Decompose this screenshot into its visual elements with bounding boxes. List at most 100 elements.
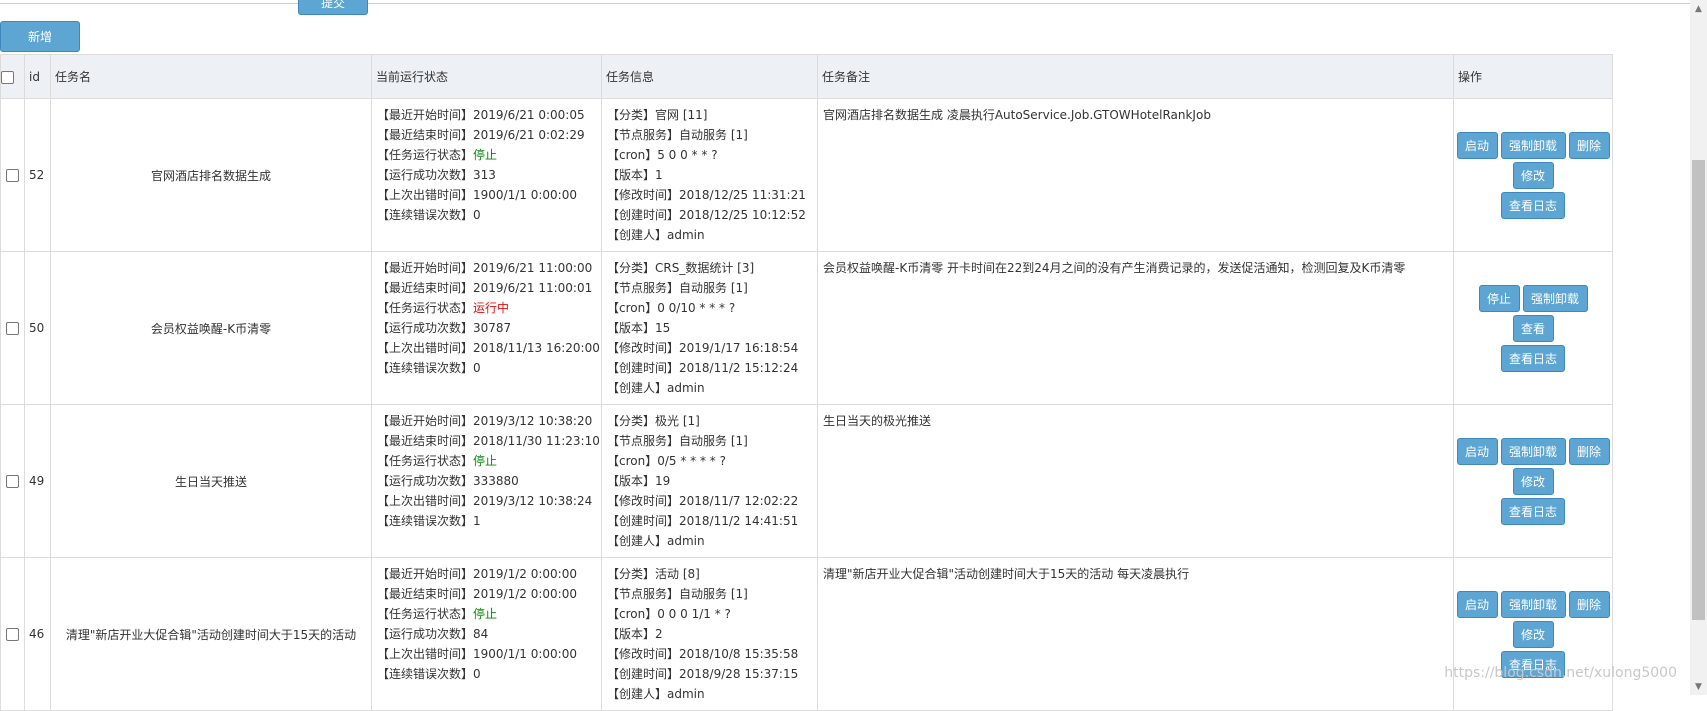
task-name: 官网酒店排名数据生成: [50, 98, 372, 252]
edit-button[interactable]: 修改: [1512, 620, 1554, 648]
status-line: 【上次出错时间】1900/1/1 0:00:00: [377, 188, 577, 202]
select-all-checkbox[interactable]: [1, 70, 14, 84]
top-divider: [0, 3, 1690, 4]
info-line: 【创建时间】2018/9/28 15:37:15: [607, 667, 799, 681]
header-remark[interactable]: 任务备注: [817, 54, 1454, 99]
actions-cell: 启动 强制卸载 删除 修改 查看日志: [1453, 404, 1613, 558]
force-unload-button[interactable]: 强制卸载: [1500, 131, 1566, 159]
status-line: 【最近开始时间】2019/6/21 0:00:05: [377, 108, 585, 122]
force-unload-button[interactable]: 强制卸载: [1500, 437, 1566, 465]
info-line: 【创建时间】2018/11/2 15:12:24: [607, 361, 799, 375]
info-line: 【版本】19: [607, 474, 671, 488]
state-value: 停止: [473, 607, 498, 621]
state-line: 【任务运行状态】停止: [377, 451, 601, 471]
status-line: 【连续错误次数】0: [377, 667, 481, 681]
state-value: 停止: [473, 454, 498, 468]
info-line: 【节点服务】自动服务 [1]: [607, 281, 748, 295]
status-line: 【最近开始时间】2019/6/21 11:00:00: [377, 261, 593, 275]
header-info[interactable]: 任务信息: [601, 54, 818, 99]
stop-button[interactable]: 停止: [1478, 284, 1520, 312]
row-checkbox[interactable]: [6, 475, 19, 488]
info-line: 【版本】2: [607, 627, 663, 641]
status-line: 【运行成功次数】333880: [377, 474, 519, 488]
info-line: 【创建人】admin: [607, 228, 705, 242]
header-id[interactable]: id: [24, 54, 51, 99]
task-name: 会员权益唤醒-K币清零: [50, 251, 372, 405]
info-line: 【创建人】admin: [607, 687, 705, 701]
edit-button[interactable]: 修改: [1512, 467, 1554, 495]
task-remark-cell: 生日当天的极光推送: [817, 404, 1454, 558]
status-line: 【运行成功次数】30787: [377, 321, 512, 335]
info-line: 【分类】极光 [1]: [607, 414, 700, 428]
force-unload-button[interactable]: 强制卸载: [1500, 590, 1566, 618]
edit-button[interactable]: 查看: [1512, 314, 1554, 342]
table-row: 52 官网酒店排名数据生成 【最近开始时间】2019/6/21 0:00:05 【最近…: [0, 98, 1613, 252]
info-line: 【cron】0 0/10 * * * ?: [607, 301, 736, 315]
state-line: 【任务运行状态】停止: [377, 604, 601, 624]
run-status-cell: 【最近开始时间】2019/6/21 0:00:05 【最近结束时间】2019/6/…: [371, 98, 602, 252]
select-all-checkbox-cell[interactable]: [0, 54, 25, 99]
start-button[interactable]: 启动: [1456, 131, 1498, 159]
header-name[interactable]: 任务名: [50, 54, 372, 99]
task-name: 生日当天推送: [50, 404, 372, 558]
state-value: 运行中: [473, 301, 510, 315]
info-line: 【cron】0/5 * * * * ?: [607, 454, 726, 468]
start-button[interactable]: 启动: [1456, 437, 1498, 465]
view-log-button[interactable]: 查看日志: [1501, 191, 1565, 219]
edit-button[interactable]: 修改: [1512, 161, 1554, 189]
delete-button[interactable]: 删除: [1568, 437, 1610, 465]
task-info-cell: 【分类】CRS_数据统计 [3] 【节点服务】自动服务 [1] 【cron】0 0/…: [601, 251, 818, 405]
task-remark: 生日当天的极光推送: [823, 414, 932, 428]
task-name: 清理"新店开业大促合辑"活动创建时间大于15天的活动: [50, 557, 372, 711]
add-button[interactable]: 新增: [0, 21, 80, 52]
state-label: 【任务运行状态】: [377, 454, 474, 468]
info-line: 【cron】0 0 0 1/1 * ?: [607, 607, 731, 621]
table-header-row: id 任务名 当前运行状态 任务信息 任务备注 操作: [0, 54, 1613, 99]
status-line: 【最近开始时间】2019/3/12 10:38:20: [377, 414, 593, 428]
task-id: 46: [24, 557, 51, 711]
header-status[interactable]: 当前运行状态: [371, 54, 602, 99]
info-line: 【创建时间】2018/12/25 10:12:52: [607, 208, 806, 222]
view-log-button[interactable]: 查看日志: [1501, 497, 1565, 525]
scroll-up-arrow-icon[interactable]: ▲: [1690, 0, 1707, 17]
row-checkbox[interactable]: [6, 169, 19, 182]
row-checkbox[interactable]: [6, 628, 19, 641]
delete-button[interactable]: 删除: [1568, 131, 1610, 159]
force-unload-button[interactable]: 强制卸载: [1522, 284, 1588, 312]
info-line: 【节点服务】自动服务 [1]: [607, 128, 748, 142]
row-checkbox-cell[interactable]: [0, 98, 25, 252]
row-checkbox-cell[interactable]: [0, 557, 25, 711]
row-checkbox[interactable]: [6, 322, 19, 335]
table-row: 50 会员权益唤醒-K币清零 【最近开始时间】2019/6/21 11:00:00 【…: [0, 251, 1613, 405]
status-line: 【上次出错时间】1900/1/1 0:00:00: [377, 647, 577, 661]
task-remark-cell: 会员权益唤醒-K币清零 开卡时间在22到24月之间的没有产生消费记录的，发送促活…: [817, 251, 1454, 405]
submit-button[interactable]: 提交: [298, 0, 368, 15]
info-line: 【分类】官网 [11]: [607, 108, 708, 122]
status-line: 【运行成功次数】84: [377, 627, 489, 641]
task-id: 49: [24, 404, 51, 558]
task-remark-cell: 清理"新店开业大促合辑"活动创建时间大于15天的活动 每天凌晨执行: [817, 557, 1454, 711]
info-line: 【修改时间】2018/10/8 15:35:58: [607, 647, 799, 661]
task-info-cell: 【分类】极光 [1] 【节点服务】自动服务 [1] 【cron】0/5 * * * …: [601, 404, 818, 558]
info-line: 【版本】15: [607, 321, 671, 335]
actions-cell: 启动 强制卸载 删除 修改 查看日志: [1453, 557, 1613, 711]
info-line: 【修改时间】2018/11/7 12:02:22: [607, 494, 799, 508]
info-line: 【cron】5 0 0 * * ?: [607, 148, 718, 162]
start-button[interactable]: 启动: [1456, 590, 1498, 618]
scrollbar-thumb[interactable]: [1692, 160, 1705, 620]
info-line: 【修改时间】2018/12/25 11:31:21: [607, 188, 806, 202]
task-remark: 会员权益唤醒-K币清零 开卡时间在22到24月之间的没有产生消费记录的，发送促活…: [823, 261, 1406, 275]
row-checkbox-cell[interactable]: [0, 251, 25, 405]
status-line: 【最近结束时间】2019/6/21 0:02:29: [377, 128, 585, 142]
state-label: 【任务运行状态】: [377, 607, 474, 621]
view-log-button[interactable]: 查看日志: [1501, 344, 1565, 372]
task-remark: 清理"新店开业大促合辑"活动创建时间大于15天的活动 每天凌晨执行: [823, 567, 1190, 581]
delete-button[interactable]: 删除: [1568, 590, 1610, 618]
info-line: 【版本】1: [607, 168, 663, 182]
state-line: 【任务运行状态】停止: [377, 145, 601, 165]
info-line: 【分类】活动 [8]: [607, 567, 700, 581]
scroll-down-arrow-icon[interactable]: ▼: [1690, 678, 1707, 695]
info-line: 【创建时间】2018/11/2 14:41:51: [607, 514, 799, 528]
status-line: 【最近结束时间】2019/1/2 0:00:00: [377, 587, 577, 601]
row-checkbox-cell[interactable]: [0, 404, 25, 558]
